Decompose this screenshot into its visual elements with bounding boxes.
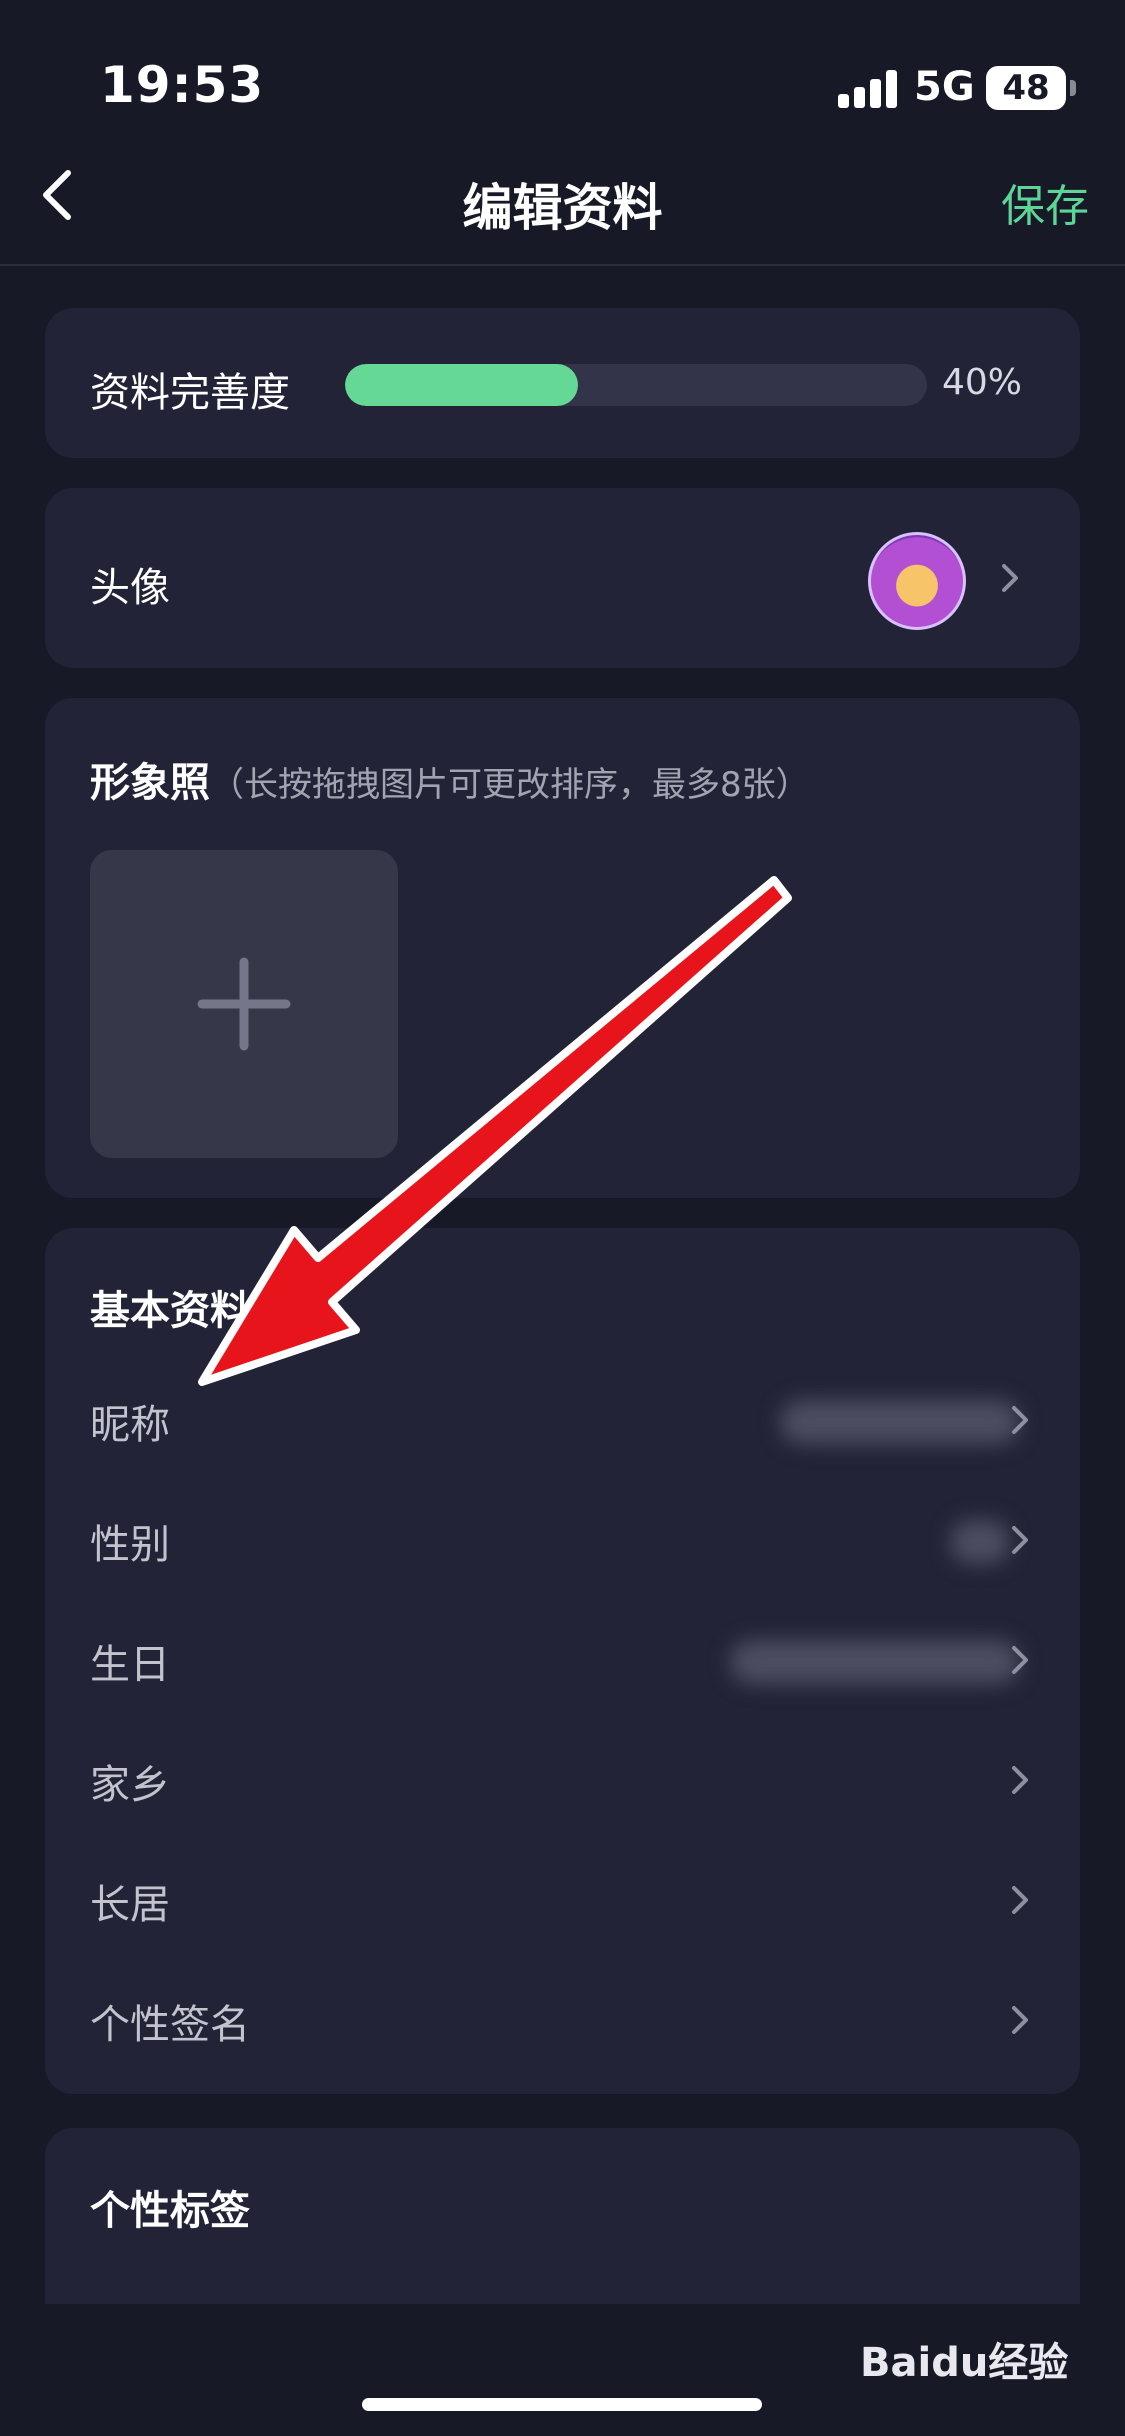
home-indicator bbox=[362, 2398, 762, 2411]
annotation-arrow bbox=[198, 876, 792, 1386]
watermark: Baidu经验 bbox=[860, 2340, 1069, 2386]
